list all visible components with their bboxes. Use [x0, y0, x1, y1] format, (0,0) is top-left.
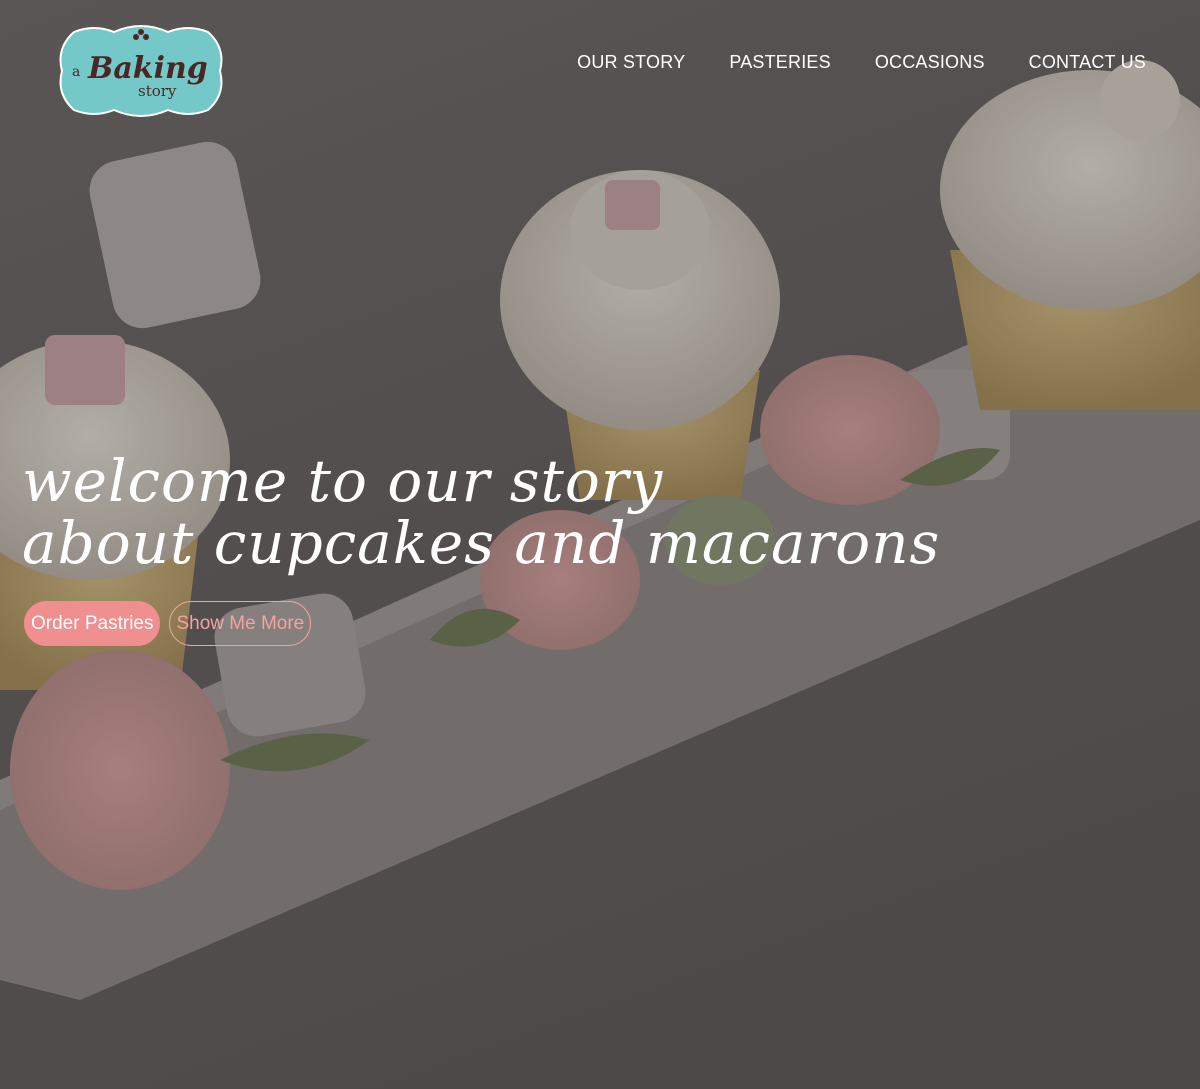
order-pastries-button[interactable]: Order Pastries — [24, 601, 161, 646]
baking-story-logo[interactable]: a Baking story — [54, 20, 228, 122]
logo-prefix-text: a — [72, 64, 80, 80]
show-me-more-button[interactable]: Show Me More — [169, 601, 312, 646]
nav-pasteries[interactable]: PASTERIES — [729, 48, 831, 76]
hero-buttons: Order Pastries Show Me More — [24, 601, 312, 646]
nav-occasions[interactable]: OCCASIONS — [875, 48, 985, 76]
headline-line-1: welcome to our story — [22, 447, 664, 515]
logo-main-text: Baking — [87, 51, 208, 86]
main-navigation: OUR STORY PASTERIES OCCASIONS CONTACT US — [577, 48, 1146, 76]
hero-section: a Baking story OUR STORY PASTERIES OCCAS… — [0, 0, 1200, 1089]
nav-contact-us[interactable]: CONTACT US — [1029, 48, 1146, 76]
nav-our-story[interactable]: OUR STORY — [577, 48, 685, 76]
logo-suffix-text: story — [138, 82, 177, 100]
hero-headline: welcome to our story about cupcakes and … — [22, 450, 940, 574]
headline-line-2: about cupcakes and macarons — [22, 509, 941, 577]
